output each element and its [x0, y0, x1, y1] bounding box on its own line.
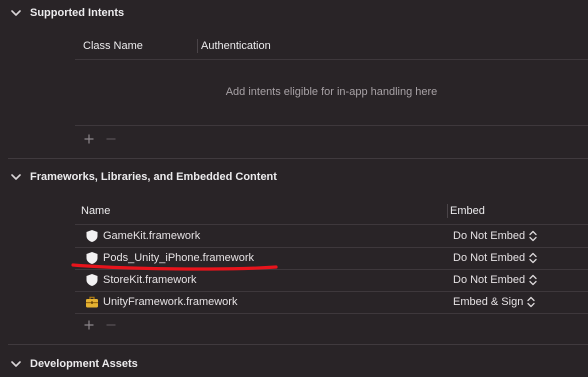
- framework-name: GameKit.framework: [103, 230, 201, 242]
- minus-icon: [106, 324, 116, 326]
- embed-popup[interactable]: Embed & Sign: [453, 291, 535, 313]
- plus-icon: [84, 134, 94, 144]
- table-row[interactable]: UnityFramework.framework Embed & Sign: [75, 291, 588, 313]
- up-down-chevron-icon: [529, 230, 537, 242]
- shield-icon: [85, 273, 99, 287]
- column-separator: [197, 39, 198, 53]
- section-header-development-assets[interactable]: Development Assets: [0, 351, 588, 377]
- add-remove-bar: [83, 319, 117, 331]
- up-down-chevron-icon: [527, 296, 535, 308]
- embed-value: Do Not Embed: [453, 252, 526, 264]
- section-title: Development Assets: [30, 358, 138, 370]
- embed-value: Do Not Embed: [453, 230, 526, 242]
- section-header-frameworks[interactable]: Frameworks, Libraries, and Embedded Cont…: [0, 164, 588, 190]
- section-divider: [8, 158, 588, 159]
- embed-value: Do Not Embed: [453, 274, 526, 286]
- embed-value: Embed & Sign: [453, 296, 524, 308]
- table-row[interactable]: GameKit.framework Do Not Embed: [75, 225, 588, 247]
- toolbox-icon: [85, 295, 99, 309]
- red-underline-annotation: [71, 263, 278, 271]
- remove-button[interactable]: [105, 319, 117, 331]
- section-divider: [8, 344, 588, 345]
- embed-popup[interactable]: Do Not Embed: [453, 269, 537, 291]
- column-header-name[interactable]: Name: [81, 199, 110, 223]
- minus-icon: [106, 138, 116, 140]
- table-bottom-divider: [75, 125, 588, 126]
- section-title: Frameworks, Libraries, and Embedded Cont…: [30, 171, 277, 183]
- up-down-chevron-icon: [529, 274, 537, 286]
- embed-popup[interactable]: Do Not Embed: [453, 247, 537, 269]
- add-button[interactable]: [83, 319, 95, 331]
- column-separator: [447, 204, 448, 218]
- remove-button[interactable]: [105, 133, 117, 145]
- header-divider: [75, 59, 588, 60]
- empty-state-message: Add intents eligible for in-app handling…: [225, 86, 438, 98]
- plus-icon: [84, 320, 94, 330]
- add-remove-bar: [83, 133, 117, 145]
- section-title: Supported Intents: [30, 7, 125, 19]
- column-header-authentication[interactable]: Authentication: [201, 34, 271, 58]
- add-button[interactable]: [83, 133, 95, 145]
- table-bottom-divider: [75, 313, 588, 314]
- chevron-down-icon[interactable]: [11, 172, 21, 182]
- embed-popup[interactable]: Do Not Embed: [453, 225, 537, 247]
- chevron-down-icon[interactable]: [11, 8, 21, 18]
- column-header-class-name[interactable]: Class Name: [83, 34, 143, 58]
- intents-table: Class Name Authentication Add intents el…: [75, 34, 588, 154]
- column-header-embed[interactable]: Embed: [450, 199, 485, 223]
- up-down-chevron-icon: [529, 252, 537, 264]
- chevron-down-icon[interactable]: [11, 359, 21, 369]
- section-header-supported-intents[interactable]: Supported Intents: [0, 0, 588, 26]
- shield-icon: [85, 229, 99, 243]
- framework-name: UnityFramework.framework: [103, 296, 238, 308]
